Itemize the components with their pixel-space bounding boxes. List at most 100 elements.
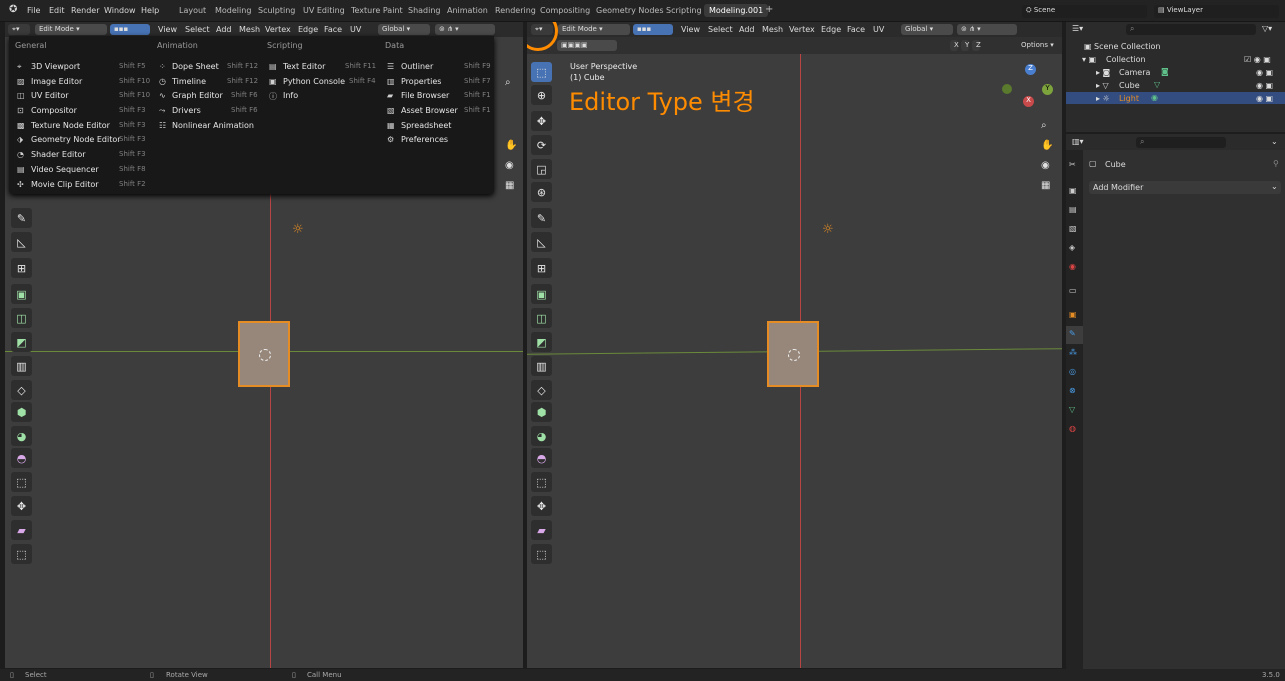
tab-sculpting[interactable]: Sculpting xyxy=(258,6,295,15)
collection-expand-icon[interactable]: ▾ ▣ xyxy=(1082,55,1096,64)
hand-icon-left[interactable]: ✋ xyxy=(505,140,517,151)
menu-item-geometry-node-editor[interactable]: Geometry Node Editor xyxy=(31,135,121,144)
mirror-y[interactable]: Y xyxy=(961,40,969,51)
edge-slide-tool-left[interactable]: ⬚ xyxy=(11,472,32,492)
zoom-icon-right[interactable]: ⌕ xyxy=(1041,120,1047,131)
measure-tool-left[interactable]: ◺ xyxy=(11,232,32,252)
outliner-search-input[interactable]: ⌕ xyxy=(1126,24,1256,35)
menu-view-right[interactable]: View xyxy=(681,25,700,34)
cursor-tool-right[interactable]: ⊕ xyxy=(531,85,552,105)
tab-animation[interactable]: Animation xyxy=(447,6,488,15)
mirror-z[interactable]: Z xyxy=(972,40,981,51)
scene-tab-icon[interactable]: ◈ xyxy=(1069,243,1075,252)
menu-view-left[interactable]: View xyxy=(158,25,177,34)
tab-geometry-nodes[interactable]: Geometry Nodes xyxy=(596,6,663,15)
tab-texture-paint[interactable]: Texture Paint xyxy=(351,6,403,15)
gizmo-neg-y[interactable] xyxy=(1002,84,1012,94)
rip-tool-right[interactable]: ⬚ xyxy=(531,544,552,564)
measure-tool-right[interactable]: ◺ xyxy=(531,232,552,252)
edge-slide-tool-right[interactable]: ⬚ xyxy=(531,472,552,492)
outliner-item-camera[interactable]: Camera xyxy=(1119,68,1150,77)
extrude-tool-right[interactable]: ▣ xyxy=(531,284,552,304)
poly-build-tool-left[interactable]: ⬢ xyxy=(11,402,32,422)
world-tab-icon[interactable]: ◉ xyxy=(1069,262,1076,271)
rip-tool-left[interactable]: ⬚ xyxy=(11,544,32,564)
properties-editor-icon[interactable]: ▥▾ xyxy=(1072,137,1084,146)
options-dropdown[interactable]: Options ▾ xyxy=(1017,40,1058,51)
add-workspace-button[interactable]: + xyxy=(765,4,773,15)
properties-search-input[interactable]: ⌕ xyxy=(1136,137,1226,148)
menu-edge-left[interactable]: Edge xyxy=(298,25,318,34)
menu-item-properties[interactable]: Properties xyxy=(401,77,441,86)
constraints-tab-icon[interactable]: ⊗ xyxy=(1069,386,1076,395)
spin-tool-right[interactable]: ◕ xyxy=(531,426,552,446)
menu-item-video-sequencer[interactable]: Video Sequencer xyxy=(31,165,99,174)
transform-orientation-right[interactable]: Global ▾ xyxy=(901,24,953,35)
grid-icon-right[interactable]: ▦ xyxy=(1041,180,1050,191)
poly-build-tool-right[interactable]: ⬢ xyxy=(531,402,552,422)
menu-window[interactable]: Window xyxy=(104,6,136,15)
menu-edge-right[interactable]: Edge xyxy=(821,25,841,34)
collection-visibility-icons[interactable]: ☑ ◉ ▣ xyxy=(1244,55,1271,64)
tab-layout[interactable]: Layout xyxy=(179,6,206,15)
menu-add-right[interactable]: Add xyxy=(739,25,755,34)
menu-item-drivers[interactable]: Drivers xyxy=(172,106,201,115)
gizmo-x[interactable]: X xyxy=(1023,96,1034,107)
mirror-x[interactable]: X xyxy=(950,40,959,51)
hand-icon-right[interactable]: ✋ xyxy=(1041,140,1053,151)
collection-tab-icon[interactable]: ▭ xyxy=(1069,286,1077,295)
shear-tool-right[interactable]: ▰ xyxy=(531,520,552,540)
menu-item-3d-viewport[interactable]: 3D Viewport xyxy=(31,62,80,71)
scale-tool-right[interactable]: ◲ xyxy=(531,159,552,179)
snap-pivot-buttons-left[interactable]: ⊚ ⋔ ▾ xyxy=(435,24,495,35)
shear-tool-left[interactable]: ▰ xyxy=(11,520,32,540)
move-tool-right[interactable]: ✥ xyxy=(531,111,552,131)
cube-visibility-icons[interactable]: ◉ ▣ xyxy=(1256,81,1273,90)
menu-uv-right[interactable]: UV xyxy=(873,25,884,34)
scene-selector[interactable]: ⛭ Scene xyxy=(1022,5,1147,18)
add-cube-tool-left[interactable]: ⊞ xyxy=(11,258,32,278)
pin-icon[interactable]: ⚲ xyxy=(1273,159,1279,168)
annotate-tool-right[interactable]: ✎ xyxy=(531,208,552,228)
tab-modeling[interactable]: Modeling xyxy=(215,6,251,15)
add-modifier-dropdown[interactable]: Add Modifier ⌄ xyxy=(1089,181,1281,194)
tab-uv-editing[interactable]: UV Editing xyxy=(303,6,345,15)
loop-cut-tool-right[interactable]: ▥ xyxy=(531,356,552,376)
select-mode-buttons-right[interactable]: ▪▪▪ xyxy=(633,24,673,35)
bevel-tool-left[interactable]: ◩ xyxy=(11,332,32,352)
menu-select-right[interactable]: Select xyxy=(708,25,733,34)
inset-tool-right[interactable]: ◫ xyxy=(531,308,552,328)
properties-options-icon[interactable]: ⌄ xyxy=(1271,137,1278,146)
select-mode-buttons-left[interactable]: ▪▪▪ xyxy=(110,24,150,35)
annotate-tool-left[interactable]: ✎ xyxy=(11,208,32,228)
menu-item-texture-node-editor[interactable]: Texture Node Editor xyxy=(31,121,110,130)
loop-cut-tool-left[interactable]: ▥ xyxy=(11,356,32,376)
modifier-tab-active[interactable]: ✎ xyxy=(1066,326,1083,344)
particles-tab-icon[interactable]: ⁂ xyxy=(1069,348,1077,357)
shrink-tool-right[interactable]: ✥ xyxy=(531,496,552,516)
menu-item-spreadsheet[interactable]: Spreadsheet xyxy=(401,121,451,130)
zoom-icon-left[interactable]: ⌕ xyxy=(505,77,511,88)
outliner-item-light[interactable]: Light xyxy=(1119,94,1139,103)
physics-tab-icon[interactable]: ◎ xyxy=(1069,367,1076,376)
knife-tool-right[interactable]: ◇ xyxy=(531,380,552,400)
extrude-tool-left[interactable]: ▣ xyxy=(11,284,32,304)
menu-file[interactable]: File xyxy=(27,6,40,15)
camera-visibility-icons[interactable]: ◉ ▣ xyxy=(1256,68,1273,77)
menu-item-graph-editor[interactable]: Graph Editor xyxy=(172,91,223,100)
tool-tab-icon[interactable]: ✂ xyxy=(1069,160,1076,169)
menu-edit[interactable]: Edit xyxy=(49,6,65,15)
menu-face-right[interactable]: Face xyxy=(847,25,865,34)
menu-mesh-left[interactable]: Mesh xyxy=(239,25,260,34)
mode-dropdown-left[interactable]: Edit Mode ▾ xyxy=(35,24,107,35)
smooth-tool-right[interactable]: ◓ xyxy=(531,448,552,468)
tab-modeling-001[interactable]: Modeling.001 xyxy=(704,4,769,17)
menu-item-asset-browser[interactable]: Asset Browser xyxy=(401,106,458,115)
menu-item-info[interactable]: Info xyxy=(283,91,298,100)
tab-shading[interactable]: Shading xyxy=(408,6,441,15)
navigation-gizmo[interactable]: Z Y X xyxy=(1002,64,1062,124)
outliner-item-cube[interactable]: Cube xyxy=(1119,81,1140,90)
menu-mesh-right[interactable]: Mesh xyxy=(762,25,783,34)
outliner-collection[interactable]: Collection xyxy=(1106,55,1146,64)
menu-item-file-browser[interactable]: File Browser xyxy=(401,91,449,100)
